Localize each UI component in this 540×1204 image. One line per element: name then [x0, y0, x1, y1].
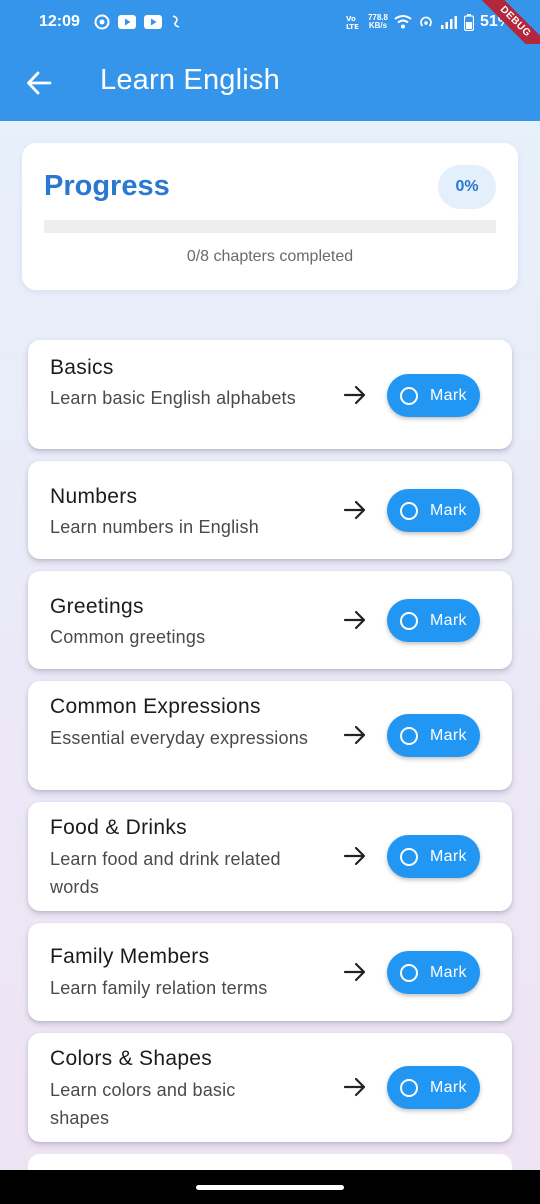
chapter-description: Essential everyday expressions [50, 728, 309, 748]
arrow-right-icon [343, 385, 366, 405]
mark-complete-button[interactable]: Mark [387, 1066, 480, 1109]
progress-bar [44, 220, 496, 233]
status-bar: 12:09 Vo LTE 778.8 KB/s 51% DEBUG [0, 0, 540, 67]
chapter-description: Common greetings [50, 627, 206, 647]
mark-button-label: Mark [430, 386, 467, 404]
open-chapter-button[interactable] [342, 497, 368, 523]
mark-button-label: Mark [430, 726, 467, 744]
progress-caption: 0/8 chapters completed [186, 248, 354, 265]
arrow-right-icon [343, 725, 366, 745]
svg-text:LTE: LTE [346, 23, 359, 30]
chapter-description: Learn food and drink related words [50, 849, 281, 897]
home-gesture-handle[interactable] [196, 1185, 344, 1190]
circle-outline-icon [400, 963, 418, 982]
open-chapter-button[interactable] [342, 843, 368, 869]
pay-notification-icon [170, 14, 182, 30]
progress-card: Progress 0% 0/8 chapters completed [22, 143, 518, 290]
mark-button-label: Mark [430, 501, 467, 519]
status-notification-icons [94, 14, 182, 30]
circle-outline-icon [400, 726, 418, 745]
hotspot-icon [418, 14, 434, 30]
chapter-card-numbers[interactable]: Numbers Learn numbers in English Mark [28, 461, 512, 559]
arrow-right-icon [343, 962, 366, 982]
chapter-card-food-drinks[interactable]: Food & Drinks Learn food and drink relat… [28, 802, 512, 911]
battery-icon [463, 13, 474, 31]
mark-button-label: Mark [430, 611, 467, 629]
mark-button-label: Mark [430, 963, 467, 981]
progress-percent-badge: 0% [438, 165, 496, 209]
open-chapter-button[interactable] [342, 607, 368, 633]
circle-outline-icon [400, 386, 418, 405]
progress-title: Progress [44, 170, 170, 202]
open-chapter-button[interactable] [342, 382, 368, 408]
back-button[interactable] [26, 70, 52, 96]
chapter-card-colors-shapes[interactable]: Colors & Shapes Learn colors and basic s… [28, 1033, 512, 1142]
status-time: 12:09 [39, 13, 80, 30]
chapter-card-greetings[interactable]: Greetings Common greetings Mark [28, 571, 512, 669]
mark-complete-button[interactable]: Mark [387, 835, 480, 878]
volte-icon: Vo LTE [346, 14, 362, 30]
app-bar: Learn English [0, 44, 540, 121]
svg-text:Vo: Vo [346, 15, 356, 23]
chapter-title: Family Members [50, 945, 210, 968]
chapter-title: Common Expressions [50, 695, 261, 718]
system-nav-bar [0, 1170, 540, 1204]
arrow-right-icon [343, 1077, 366, 1097]
arrow-left-icon [27, 71, 52, 95]
chapter-title: Basics [50, 356, 114, 379]
page-title: Learn English [100, 64, 280, 96]
circle-outline-icon [400, 1078, 418, 1097]
chapter-description: Learn family relation terms [50, 978, 268, 998]
chapter-description: Learn basic English alphabets [50, 388, 296, 408]
chapter-title: Food & Drinks [50, 816, 187, 839]
camera-notification-icon [94, 14, 110, 30]
open-chapter-button[interactable] [342, 722, 368, 748]
mark-complete-button[interactable]: Mark [387, 374, 480, 417]
open-chapter-button[interactable] [342, 959, 368, 985]
network-speed: 778.8 KB/s [368, 14, 388, 30]
mark-button-label: Mark [430, 1078, 467, 1096]
mark-complete-button[interactable]: Mark [387, 714, 480, 757]
chapter-description: Learn colors and basic shapes [50, 1080, 236, 1128]
mark-button-label: Mark [430, 847, 467, 865]
mark-complete-button[interactable]: Mark [387, 489, 480, 532]
youtube-notification-icon-2 [143, 15, 162, 29]
chapter-title: Numbers [50, 485, 138, 508]
chapter-description: Learn numbers in English [50, 517, 259, 537]
mark-complete-button[interactable]: Mark [387, 951, 480, 994]
chapter-card-common-expressions[interactable]: Common Expressions Essential everyday ex… [28, 681, 512, 790]
circle-outline-icon [400, 847, 418, 866]
chapter-card-family-members[interactable]: Family Members Learn family relation ter… [28, 923, 512, 1021]
circle-outline-icon [400, 611, 418, 630]
arrow-right-icon [343, 500, 366, 520]
open-chapter-button[interactable] [342, 1074, 368, 1100]
network-speed-unit: KB/s [368, 21, 388, 30]
circle-outline-icon [400, 501, 418, 520]
chapter-title: Greetings [50, 595, 144, 618]
wifi-icon [394, 14, 412, 30]
chapter-card-basics[interactable]: Basics Learn basic English alphabets Mar… [28, 340, 512, 449]
arrow-right-icon [343, 846, 366, 866]
youtube-notification-icon [117, 15, 136, 29]
chapter-title: Colors & Shapes [50, 1047, 213, 1070]
signal-icon [440, 15, 458, 29]
arrow-right-icon [343, 610, 366, 630]
mark-complete-button[interactable]: Mark [387, 599, 480, 642]
